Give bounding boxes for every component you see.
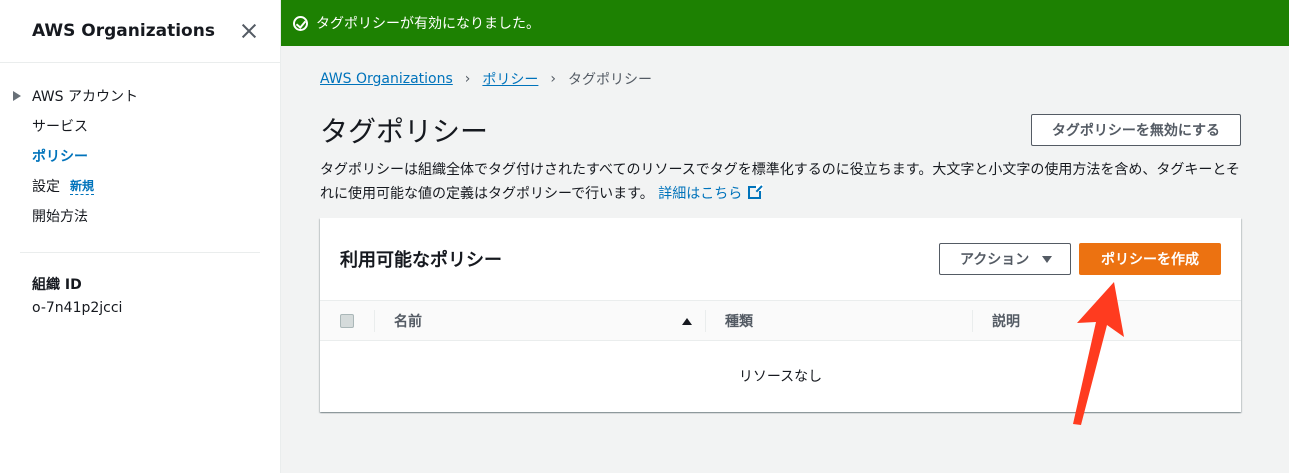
actions-label: アクション [960, 251, 1030, 267]
sidebar-item-label: AWS アカウント [32, 89, 138, 105]
sidebar-item-services[interactable]: サービス [0, 111, 280, 141]
container-header: 利用可能なポリシー アクション ポリシーを作成 [320, 218, 1241, 301]
page-header: タグポリシー タグポリシーを無効にする [320, 112, 1241, 148]
table-header: 名前 種類 説明 [320, 301, 1241, 341]
sidebar-item-settings[interactable]: 設定 新規 [0, 171, 280, 201]
page-title: タグポリシー [320, 115, 489, 148]
learn-more-label: 詳細はこちら [658, 186, 743, 202]
column-divider [705, 310, 706, 332]
available-policies-container: 利用可能なポリシー アクション ポリシーを作成 名前 種類 説明 リソースなし [320, 218, 1241, 412]
sidebar-title[interactable]: AWS Organizations [32, 21, 215, 41]
flash-message: タグポリシーが有効になりました。 [316, 16, 540, 32]
sidebar-item-label: 開始方法 [32, 209, 88, 225]
success-flashbar: タグポリシーが有効になりました。 [281, 0, 1289, 46]
column-header-description[interactable]: 説明 [992, 301, 1020, 341]
org-id-label: 組織 ID [32, 277, 82, 293]
column-header-type[interactable]: 種類 [725, 301, 753, 341]
container-actions: アクション ポリシーを作成 [939, 243, 1221, 275]
learn-more-link[interactable]: 詳細はこちら [658, 184, 764, 202]
column-header-label: 種類 [725, 314, 753, 330]
sidebar-item-aws-accounts[interactable]: AWS アカウント [0, 81, 280, 111]
chevron-right-icon: › [550, 71, 557, 87]
caret-down-icon [1042, 255, 1052, 263]
column-header-label: 名前 [394, 314, 422, 330]
sidebar-item-policies[interactable]: ポリシー [0, 141, 280, 171]
description-line-1: タグポリシーは組織全体でタグ付けされたすべてのリソースでタグを標準化するのに役立… [320, 162, 1240, 178]
sidebar-item-label: サービス [32, 119, 88, 135]
breadcrumb-current: タグポリシー [568, 72, 653, 88]
new-badge: 新規 [70, 178, 95, 195]
main-content: AWS Organizations › ポリシー › タグポリシー タグポリシー… [320, 46, 1241, 412]
create-policy-button[interactable]: ポリシーを作成 [1079, 243, 1221, 275]
sidebar-item-get-started[interactable]: 開始方法 [0, 201, 280, 231]
select-all-checkbox[interactable] [340, 314, 354, 328]
sort-ascending-icon[interactable] [682, 317, 692, 325]
container-title: 利用可能なポリシー [340, 250, 502, 271]
sidebar-nav: AWS アカウント サービス ポリシー 設定 新規 開始方法 [0, 63, 280, 231]
description-line-2: れに使用可能な値の定義はタグポリシーで行います。 [320, 186, 654, 202]
table-empty-state: リソースなし [320, 341, 1241, 411]
chevron-right-icon: › [464, 71, 471, 87]
external-link-icon [748, 184, 764, 199]
column-header-label: 説明 [992, 314, 1020, 330]
sidebar-item-label: ポリシー [32, 149, 88, 165]
disable-tag-policies-button[interactable]: タグポリシーを無効にする [1030, 114, 1241, 146]
org-id-value: o-7n41p2jcci [32, 300, 123, 316]
sidebar-header: AWS Organizations [0, 0, 280, 63]
breadcrumb: AWS Organizations › ポリシー › タグポリシー [320, 68, 1241, 90]
column-divider [374, 310, 375, 332]
sidebar-divider [20, 252, 260, 253]
caret-right-icon[interactable] [13, 91, 21, 101]
column-header-name[interactable]: 名前 [394, 301, 692, 341]
page-description: タグポリシーは組織全体でタグ付けされたすべてのリソースでタグを標準化するのに役立… [320, 158, 1241, 206]
breadcrumb-policies[interactable]: ポリシー [482, 69, 538, 89]
close-icon[interactable] [238, 20, 260, 42]
side-navigation: AWS Organizations AWS アカウント サービス ポリシー 設定… [0, 0, 281, 473]
breadcrumb-aws-organizations[interactable]: AWS Organizations [320, 71, 453, 87]
empty-state-text: リソースなし [738, 369, 823, 385]
actions-dropdown-button[interactable]: アクション [939, 243, 1071, 275]
success-check-icon [293, 15, 308, 31]
select-all-cell [340, 301, 354, 341]
sidebar-item-label: 設定 [32, 179, 60, 195]
column-divider [972, 310, 973, 332]
